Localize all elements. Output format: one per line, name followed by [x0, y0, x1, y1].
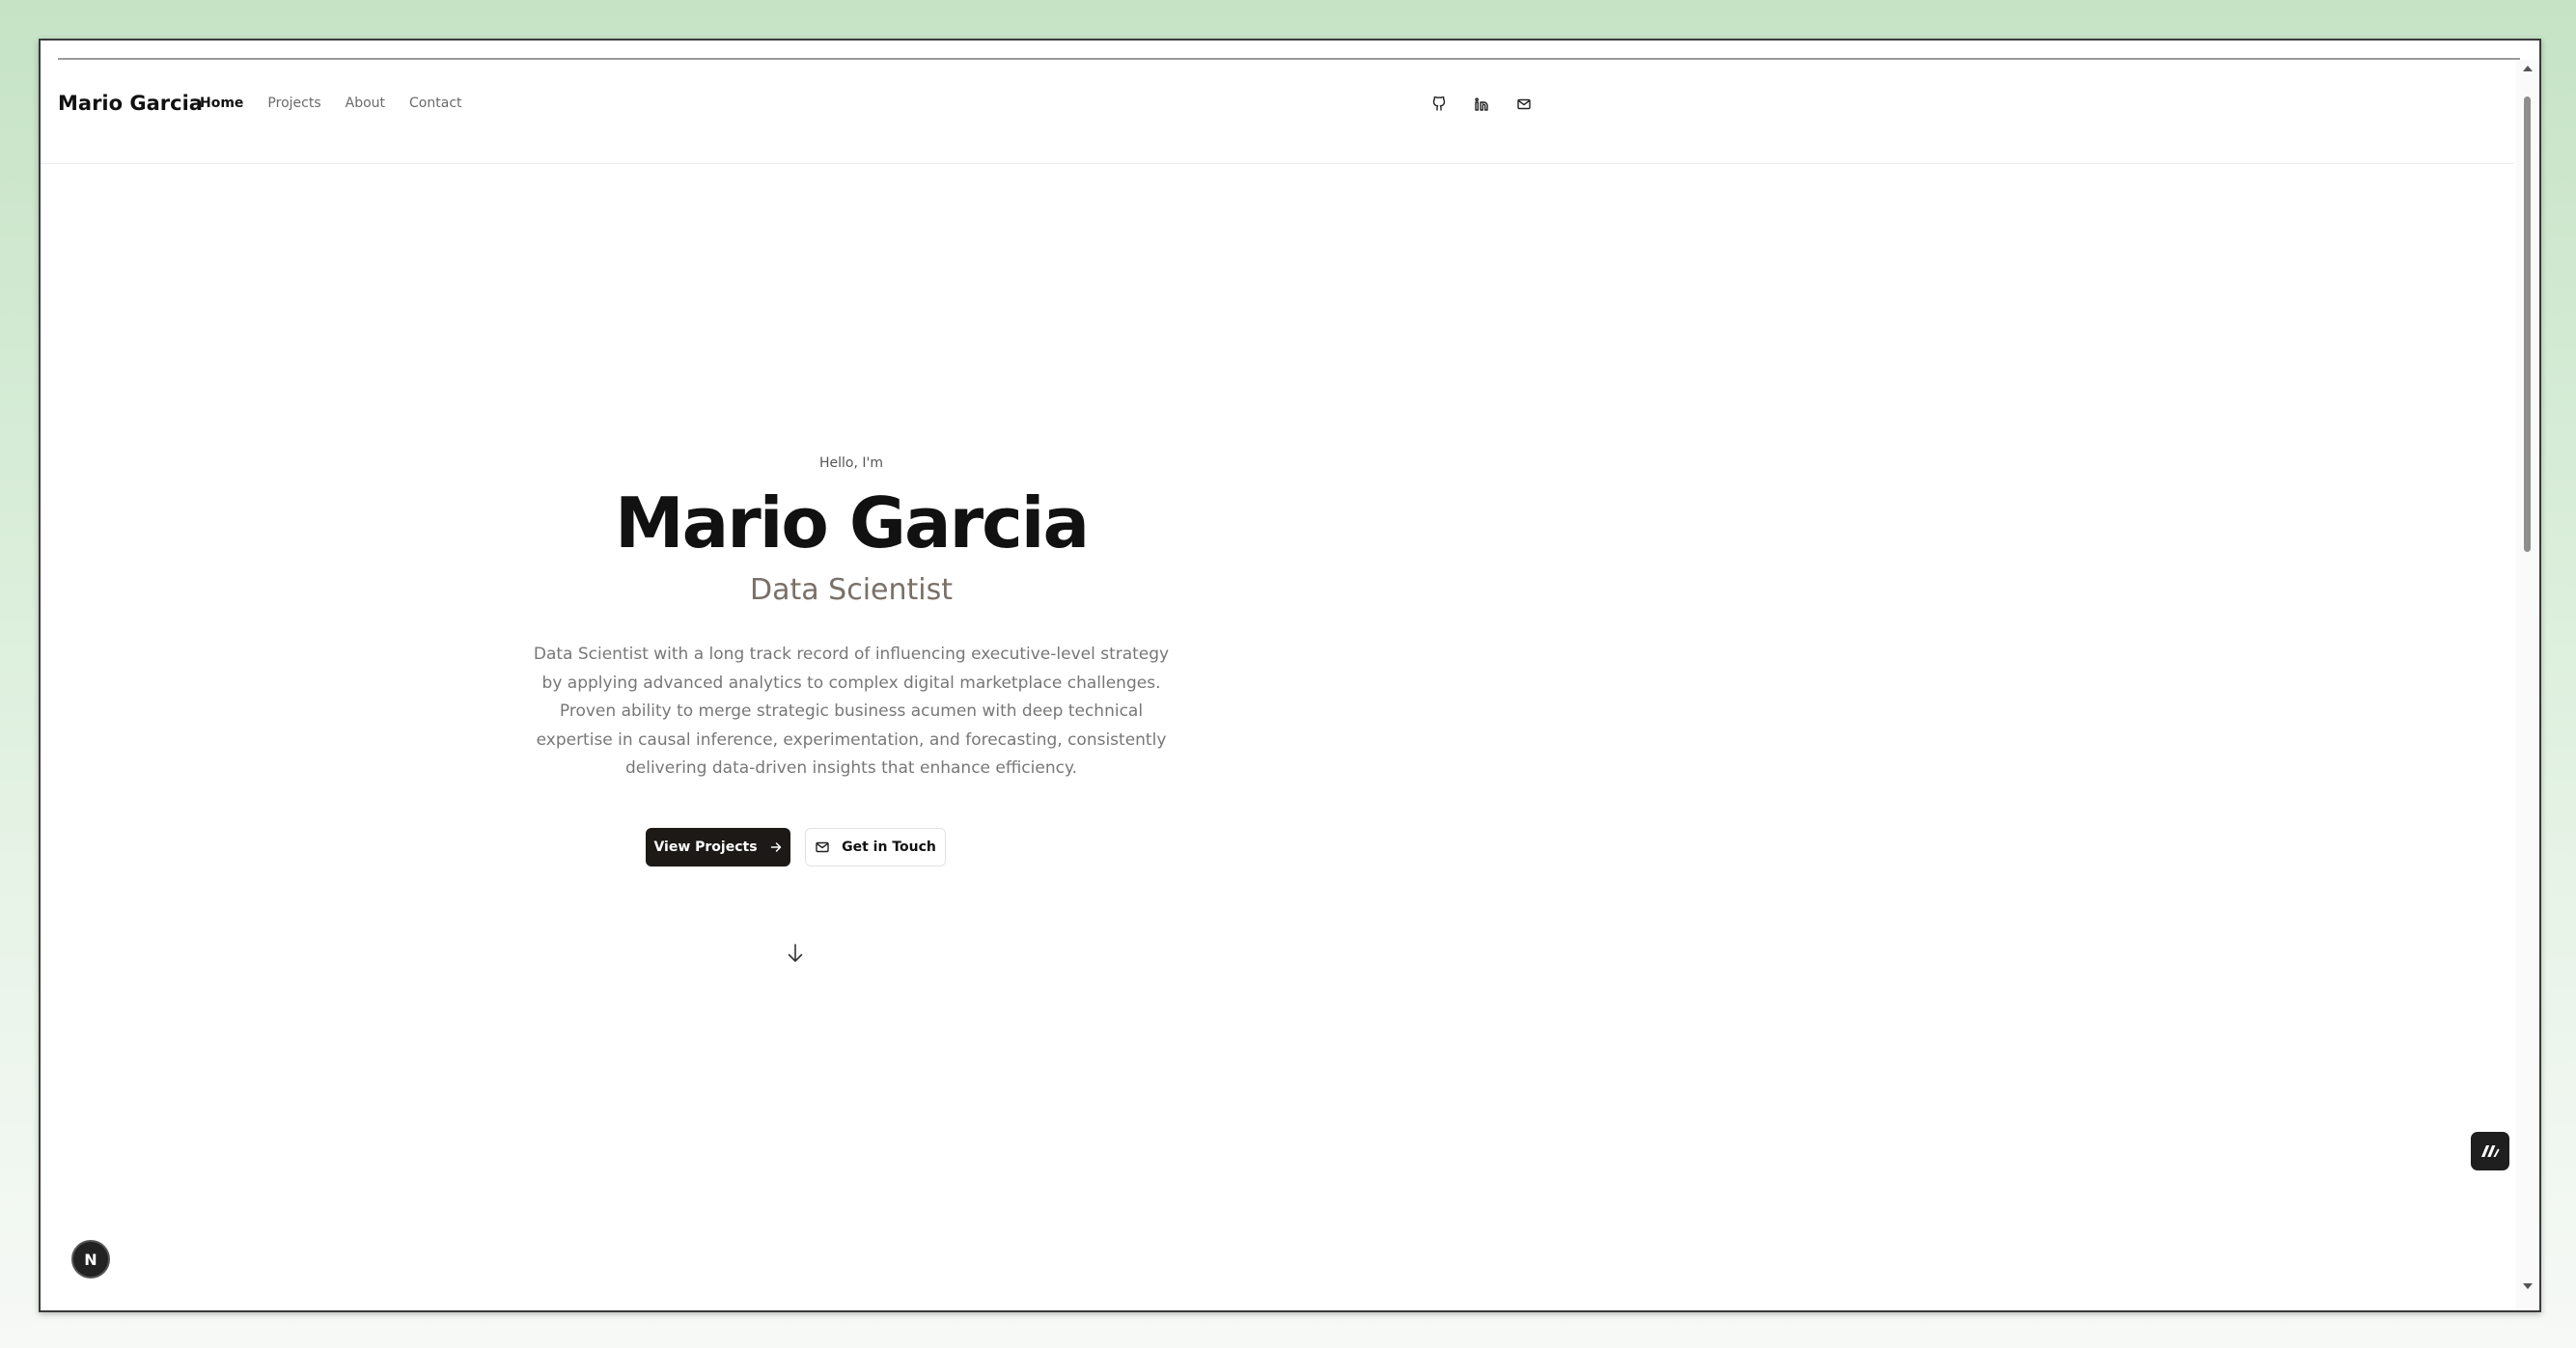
nextjs-dev-badge-icon[interactable]: N	[71, 1240, 110, 1279]
browser-window: Mario Garcia Home Projects About Contact	[39, 39, 2541, 1312]
mail-icon[interactable]	[1508, 88, 1540, 121]
hero-greeting: Hello, I'm	[818, 455, 883, 471]
get-in-touch-button[interactable]: Get in Touch	[805, 828, 946, 867]
view-projects-label: View Projects	[653, 839, 758, 855]
nav-home[interactable]: Home	[200, 96, 243, 111]
nav-projects[interactable]: Projects	[267, 96, 320, 111]
social-links	[1423, 88, 1550, 121]
linkedin-icon[interactable]	[1465, 88, 1498, 121]
floating-m-logo-icon[interactable]	[2471, 1132, 2509, 1170]
hero-role: Data Scientist	[750, 573, 953, 607]
brand-logo[interactable]: Mario Garcia	[58, 92, 203, 115]
hero-description: Data Scientist with a long track record …	[533, 645, 1170, 778]
arrow-right-icon	[770, 842, 781, 852]
get-in-touch-label: Get in Touch	[842, 839, 936, 855]
scroll-up-arrow-icon[interactable]	[2523, 66, 2533, 71]
view-projects-button[interactable]: View Projects	[646, 828, 790, 867]
vertical-scrollbar[interactable]	[2516, 60, 2539, 1310]
mail-icon	[816, 841, 829, 853]
nextjs-badge-letter: N	[84, 1250, 97, 1269]
nav-about[interactable]: About	[346, 96, 385, 111]
scroll-down-arrow-icon[interactable]	[2523, 1283, 2533, 1289]
scrollbar-thumb[interactable]	[2524, 96, 2531, 552]
github-icon[interactable]	[1423, 88, 1455, 121]
scroll-down-arrow-icon[interactable]	[784, 940, 807, 967]
site-header: Mario Garcia Home Projects About Contact	[41, 60, 2514, 164]
nav-contact[interactable]: Contact	[409, 96, 461, 111]
main-nav: Home Projects About Contact	[200, 96, 486, 111]
hero-name: Mario Garcia	[614, 482, 1090, 564]
